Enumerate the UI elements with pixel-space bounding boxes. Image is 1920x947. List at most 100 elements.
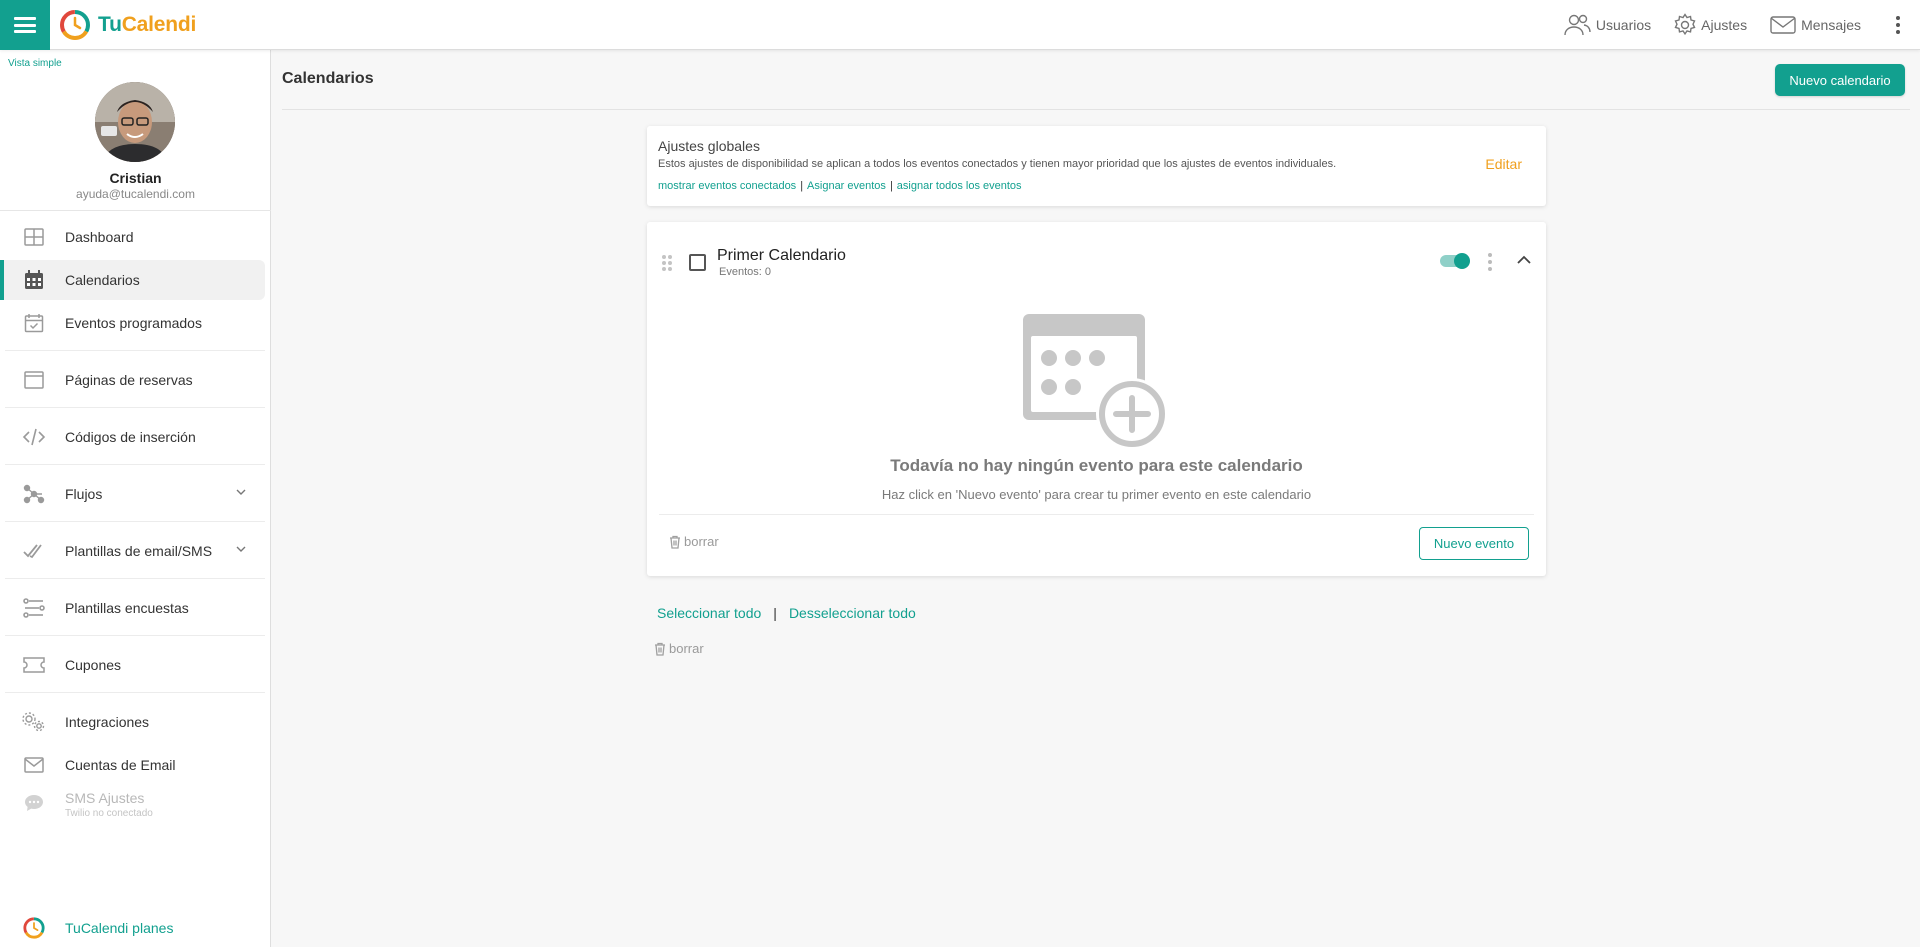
sidebar-item-label: Dashboard	[65, 229, 134, 245]
users-icon	[1564, 14, 1591, 36]
chevron-up-icon[interactable]	[1516, 254, 1532, 266]
sms-status: Twilio no conectado	[65, 808, 153, 819]
sidebar-item-flujos[interactable]: Flujos	[0, 474, 265, 514]
double-check-icon	[22, 541, 46, 561]
sidebar: Vista simple Cristian ayuda@tucalendi.co…	[0, 50, 271, 947]
settings-button[interactable]: Ajustes	[1673, 13, 1747, 37]
assign-all-events-link[interactable]: asignar todos los eventos	[897, 180, 1022, 192]
assign-events-link[interactable]: Asignar eventos	[807, 180, 886, 192]
sidebar-item-label: Páginas de reservas	[65, 372, 193, 388]
select-all-link[interactable]: Seleccionar todo	[657, 605, 761, 621]
sidebar-item-cuentas-email[interactable]: Cuentas de Email	[0, 745, 265, 785]
link-separator: |	[800, 180, 804, 192]
delete-label: borrar	[684, 534, 719, 549]
sidebar-item-eventos-programados[interactable]: Eventos programados	[0, 303, 265, 343]
page-title: Calendarios	[282, 70, 374, 87]
edit-global-settings-button[interactable]: Editar	[1485, 156, 1522, 172]
more-vertical-icon	[1896, 16, 1900, 34]
settings-label: Ajustes	[1701, 17, 1748, 33]
calendar-card: Primer Calendario Eventos: 0 Todavía no …	[647, 222, 1546, 576]
divider	[5, 521, 265, 522]
sidebar-item-label: Eventos programados	[65, 315, 202, 331]
calendar-enabled-toggle[interactable]	[1440, 253, 1470, 269]
more-options-button[interactable]	[1883, 0, 1913, 50]
divider	[5, 350, 265, 351]
sidebar-item-paginas-reservas[interactable]: Páginas de reservas	[0, 360, 265, 400]
gear-icon	[1674, 13, 1696, 36]
divider	[659, 514, 1534, 515]
divider	[5, 464, 265, 465]
divider	[5, 692, 265, 693]
global-settings-links: mostrar eventos conectados | Asignar eve…	[658, 180, 1022, 192]
calendar-check-icon	[22, 313, 46, 333]
link-separator: |	[773, 605, 777, 621]
trash-icon	[670, 535, 680, 549]
simple-view-link[interactable]: Vista simple	[8, 58, 62, 69]
bulk-delete-label: borrar	[669, 641, 704, 656]
sidebar-item-codigos-insercion[interactable]: Códigos de inserción	[0, 417, 265, 457]
sidebar-item-label: Plantillas encuestas	[65, 600, 189, 616]
divider	[5, 407, 265, 408]
tucalendi-logo-icon	[22, 917, 46, 939]
sidebar-item-plantillas-encuestas[interactable]: Plantillas encuestas	[0, 588, 265, 628]
users-label: Usuarios	[1595, 17, 1652, 33]
messages-label: Mensajes	[1801, 17, 1861, 33]
empty-state-subtitle: Haz click en 'Nuevo evento' para crear t…	[881, 487, 1312, 502]
sidebar-item-label: Calendarios	[65, 272, 140, 288]
divider	[5, 578, 265, 579]
sidebar-item-cupones[interactable]: Cupones	[0, 645, 265, 685]
calendar-select-checkbox[interactable]	[689, 254, 706, 271]
drag-handle-icon[interactable]	[661, 254, 673, 272]
global-settings-title: Ajustes globales	[658, 138, 760, 154]
link-separator: |	[889, 180, 893, 192]
tucalendi-logo-icon	[60, 10, 90, 40]
envelope-icon	[1770, 16, 1796, 34]
survey-icon	[22, 598, 46, 618]
new-event-button[interactable]: Nuevo evento	[1419, 527, 1529, 560]
trash-icon	[655, 642, 665, 656]
show-connected-events-link[interactable]: mostrar eventos conectados	[658, 180, 796, 192]
sidebar-item-dashboard[interactable]: Dashboard	[0, 217, 265, 257]
sidebar-item-label: Cupones	[65, 657, 122, 673]
browser-window-icon	[22, 370, 46, 390]
sidebar-item-label: Plantillas de email/SMS	[65, 543, 213, 559]
code-icon	[22, 427, 46, 447]
chevron-down-icon	[236, 489, 246, 495]
calendar-name: Primer Calendario	[717, 247, 846, 264]
divider	[0, 210, 271, 211]
delete-calendar-button[interactable]: borrar	[669, 534, 719, 549]
sidebar-item-integraciones[interactable]: Integraciones	[0, 702, 265, 742]
hamburger-icon	[14, 17, 36, 33]
app-name: TuCalendi	[98, 13, 197, 36]
sidebar-item-calendarios[interactable]: Calendarios	[0, 260, 265, 300]
empty-state-title: Todavía no hay ningún evento para este c…	[890, 456, 1303, 475]
divider	[282, 109, 1910, 110]
sidebar-item-sms-ajustes[interactable]: SMS Ajustes Twilio no conectado	[0, 783, 265, 823]
users-button[interactable]: Usuarios	[1562, 13, 1651, 37]
calendar-icon	[22, 270, 46, 290]
sidebar-item-label: TuCalendi planes	[65, 920, 174, 936]
avatar[interactable]	[95, 82, 175, 162]
app-logo[interactable]: TuCalendi	[58, 8, 196, 42]
sidebar-item-plantillas-email[interactable]: Plantillas de email/SMS	[0, 531, 265, 571]
chevron-down-icon	[236, 546, 246, 552]
sidebar-item-label: Integraciones	[65, 714, 150, 730]
bulk-delete-button[interactable]: borrar	[654, 641, 704, 656]
hamburger-menu-button[interactable]	[0, 0, 50, 50]
dashboard-icon	[22, 227, 46, 247]
selection-links: Seleccionar todo | Desseleccionar todo	[657, 605, 916, 621]
deselect-all-link[interactable]: Desseleccionar todo	[789, 605, 916, 621]
sidebar-item-label: Cuentas de Email	[65, 757, 176, 773]
calendar-card-header: Primer Calendario Eventos: 0	[647, 222, 1546, 296]
envelope-icon	[22, 755, 46, 775]
more-vertical-icon[interactable]	[1487, 252, 1493, 272]
sidebar-item-planes[interactable]: TuCalendi planes	[0, 908, 265, 947]
workflow-icon	[22, 484, 46, 504]
global-settings-description: Estos ajustes de disponibilidad se aplic…	[658, 158, 1337, 170]
gears-icon	[22, 712, 46, 732]
calendar-add-illustration	[1023, 314, 1168, 450]
global-settings-card: Ajustes globales Estos ajustes de dispon…	[647, 126, 1546, 206]
new-calendar-button[interactable]: Nuevo calendario	[1775, 64, 1905, 96]
sidebar-item-label: Flujos	[65, 486, 103, 502]
messages-button[interactable]: Mensajes	[1769, 14, 1861, 36]
